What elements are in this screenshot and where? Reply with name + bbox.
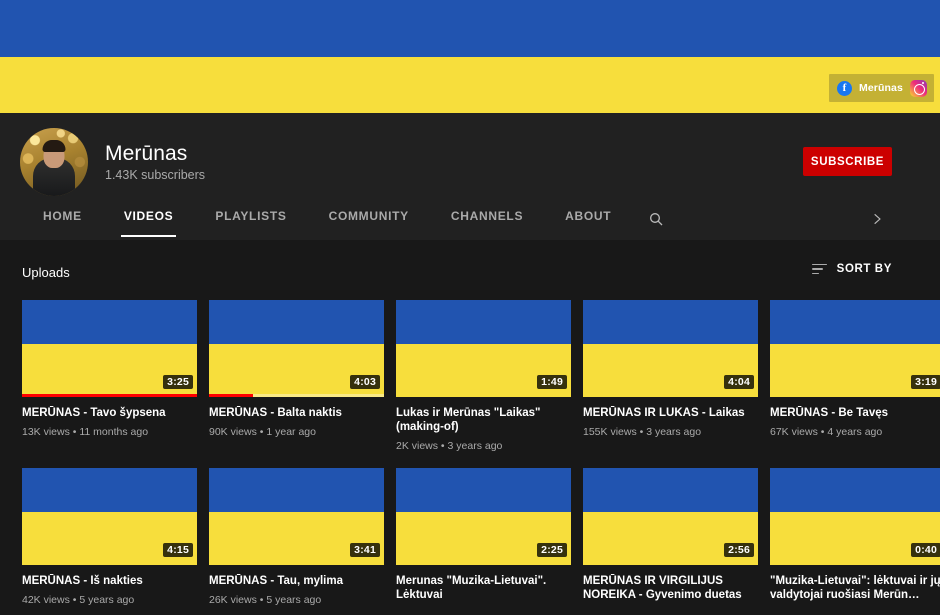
thumbnail-yellow-stripe [583, 512, 758, 565]
tab-channels[interactable]: CHANNELS [430, 200, 544, 237]
avatar[interactable] [20, 128, 88, 196]
video-duration: 1:49 [537, 375, 567, 389]
video-card[interactable]: 2:25 Merunas "Muzika-Lietuvai". Lėktuvai [396, 468, 571, 608]
video-title[interactable]: MERŪNAS - Be Tavęs [770, 406, 940, 420]
video-duration: 3:19 [911, 375, 940, 389]
section-title: Uploads [22, 265, 70, 280]
video-card[interactable]: 3:25 MERŪNAS - Tavo šypsena 13K views • 11… [22, 300, 197, 453]
video-duration: 4:15 [163, 543, 193, 557]
video-card[interactable]: 3:41 MERŪNAS - Tau, mylima 26K views • 5 y… [209, 468, 384, 608]
sort-by-label: SORT BY [836, 263, 892, 275]
thumbnail-blue-stripe [396, 300, 571, 344]
tab-home[interactable]: HOME [22, 200, 103, 237]
chevron-right-icon[interactable] [870, 200, 884, 237]
thumbnail-yellow-stripe [396, 344, 571, 397]
thumbnail-yellow-stripe [22, 512, 197, 565]
channel-nav-tabs: HOME VIDEOS PLAYLISTS COMMUNITY CHANNELS… [0, 200, 940, 239]
video-card[interactable]: 2:56 MERŪNAS IR VIRGILIJUS NOREIKA - Gyve… [583, 468, 758, 608]
video-thumbnail[interactable]: 2:56 [583, 468, 758, 565]
video-thumbnail[interactable]: 3:25 [22, 300, 197, 397]
instagram-icon[interactable] [909, 79, 927, 97]
video-title[interactable]: MERŪNAS - Tavo šypsena [22, 406, 197, 420]
tab-playlists[interactable]: PLAYLISTS [194, 200, 307, 237]
video-title[interactable]: Lukas ir Merūnas "Laikas" (making-of) [396, 406, 571, 434]
video-card[interactable]: 4:15 MERŪNAS - Iš nakties 42K views • 5 ye… [22, 468, 197, 608]
video-title[interactable]: Merunas "Muzika-Lietuvai". Lėktuvai [396, 574, 571, 602]
video-thumbnail[interactable]: 0:40 [770, 468, 940, 565]
video-metadata: 42K views • 5 years ago [22, 594, 135, 606]
video-thumbnail[interactable]: 3:19 [770, 300, 940, 397]
avatar-hair [42, 140, 66, 152]
video-duration: 3:25 [163, 375, 193, 389]
watch-progress-fill [209, 394, 253, 397]
video-metadata: 67K views • 4 years ago [770, 426, 883, 438]
video-grid: 3:25 MERŪNAS - Tavo šypsena 13K views • 11… [22, 300, 940, 608]
video-duration: 0:40 [911, 543, 940, 557]
video-duration: 4:04 [724, 375, 754, 389]
thumbnail-yellow-stripe [209, 512, 384, 565]
thumbnail-blue-stripe [209, 300, 384, 344]
thumbnail-yellow-stripe [770, 512, 940, 565]
video-metadata: 155K views • 3 years ago [583, 426, 702, 438]
video-thumbnail[interactable]: 3:41 [209, 468, 384, 565]
search-icon[interactable] [632, 200, 680, 237]
facebook-link-label: Merūnas [859, 82, 903, 94]
thumbnail-blue-stripe [22, 468, 197, 512]
video-duration: 2:56 [724, 543, 754, 557]
video-title[interactable]: MERŪNAS - Balta naktis [209, 406, 384, 420]
video-title[interactable]: MERŪNAS - Tau, mylima [209, 574, 384, 588]
thumbnail-blue-stripe [209, 468, 384, 512]
thumbnail-blue-stripe [396, 468, 571, 512]
banner-yellow-stripe [0, 57, 940, 113]
video-title[interactable]: MERŪNAS IR LUKAS - Laikas [583, 406, 758, 420]
tab-community[interactable]: COMMUNITY [308, 200, 430, 237]
watch-progress-fill [22, 394, 197, 397]
video-duration: 4:03 [350, 375, 380, 389]
video-title[interactable]: MERŪNAS - Iš nakties [22, 574, 197, 588]
thumbnail-yellow-stripe [770, 344, 940, 397]
video-metadata: 90K views • 1 year ago [209, 426, 316, 438]
video-card[interactable]: 4:03 MERŪNAS - Balta naktis 90K views • 1 … [209, 300, 384, 453]
thumbnail-yellow-stripe [209, 344, 384, 397]
video-metadata: 13K views • 11 months ago [22, 426, 149, 438]
channel-name: Merūnas [105, 142, 188, 165]
sort-icon [811, 263, 827, 275]
banner-blue-stripe [0, 0, 940, 57]
thumbnail-blue-stripe [583, 300, 758, 344]
thumbnail-blue-stripe [770, 468, 940, 512]
video-thumbnail[interactable]: 4:15 [22, 468, 197, 565]
video-metadata: 26K views • 5 years ago [209, 594, 322, 606]
thumbnail-yellow-stripe [583, 344, 758, 397]
video-thumbnail[interactable]: 4:03 [209, 300, 384, 397]
watch-progress-track [209, 394, 384, 397]
video-thumbnail[interactable]: 2:25 [396, 468, 571, 565]
video-card[interactable]: 3:19 MERŪNAS - Be Tavęs 67K views • 4 year… [770, 300, 940, 453]
watch-progress-track [22, 394, 197, 397]
tab-about[interactable]: ABOUT [544, 200, 632, 237]
banner-social-links[interactable]: f Merūnas [829, 74, 934, 102]
thumbnail-yellow-stripe [22, 344, 197, 397]
subscribe-button[interactable]: SUBSCRIBE [803, 147, 892, 176]
video-duration: 3:41 [350, 543, 380, 557]
facebook-icon[interactable]: f [837, 80, 852, 96]
channel-banner: f Merūnas [0, 0, 940, 113]
video-metadata: 2K views • 3 years ago [396, 440, 503, 452]
thumbnail-blue-stripe [583, 468, 758, 512]
tab-videos[interactable]: VIDEOS [103, 200, 195, 237]
thumbnail-yellow-stripe [396, 512, 571, 565]
sort-by-button[interactable]: SORT BY [811, 263, 892, 275]
thumbnail-blue-stripe [770, 300, 940, 344]
thumbnail-blue-stripe [22, 300, 197, 344]
video-title[interactable]: MERŪNAS IR VIRGILIJUS NOREIKA - Gyvenimo… [583, 574, 758, 602]
video-card[interactable]: 0:40 "Muzika-Lietuvai": lėktuvai ir jų va… [770, 468, 940, 608]
subscriber-count: 1.43K subscribers [105, 168, 206, 182]
video-thumbnail[interactable]: 4:04 [583, 300, 758, 397]
video-thumbnail[interactable]: 1:49 [396, 300, 571, 397]
video-card[interactable]: 4:04 MERŪNAS IR LUKAS - Laikas 155K views … [583, 300, 758, 453]
video-duration: 2:25 [537, 543, 567, 557]
video-card[interactable]: 1:49 Lukas ir Merūnas "Laikas" (making-of… [396, 300, 571, 453]
video-title[interactable]: "Muzika-Lietuvai": lėktuvai ir jų valdyt… [770, 574, 940, 602]
